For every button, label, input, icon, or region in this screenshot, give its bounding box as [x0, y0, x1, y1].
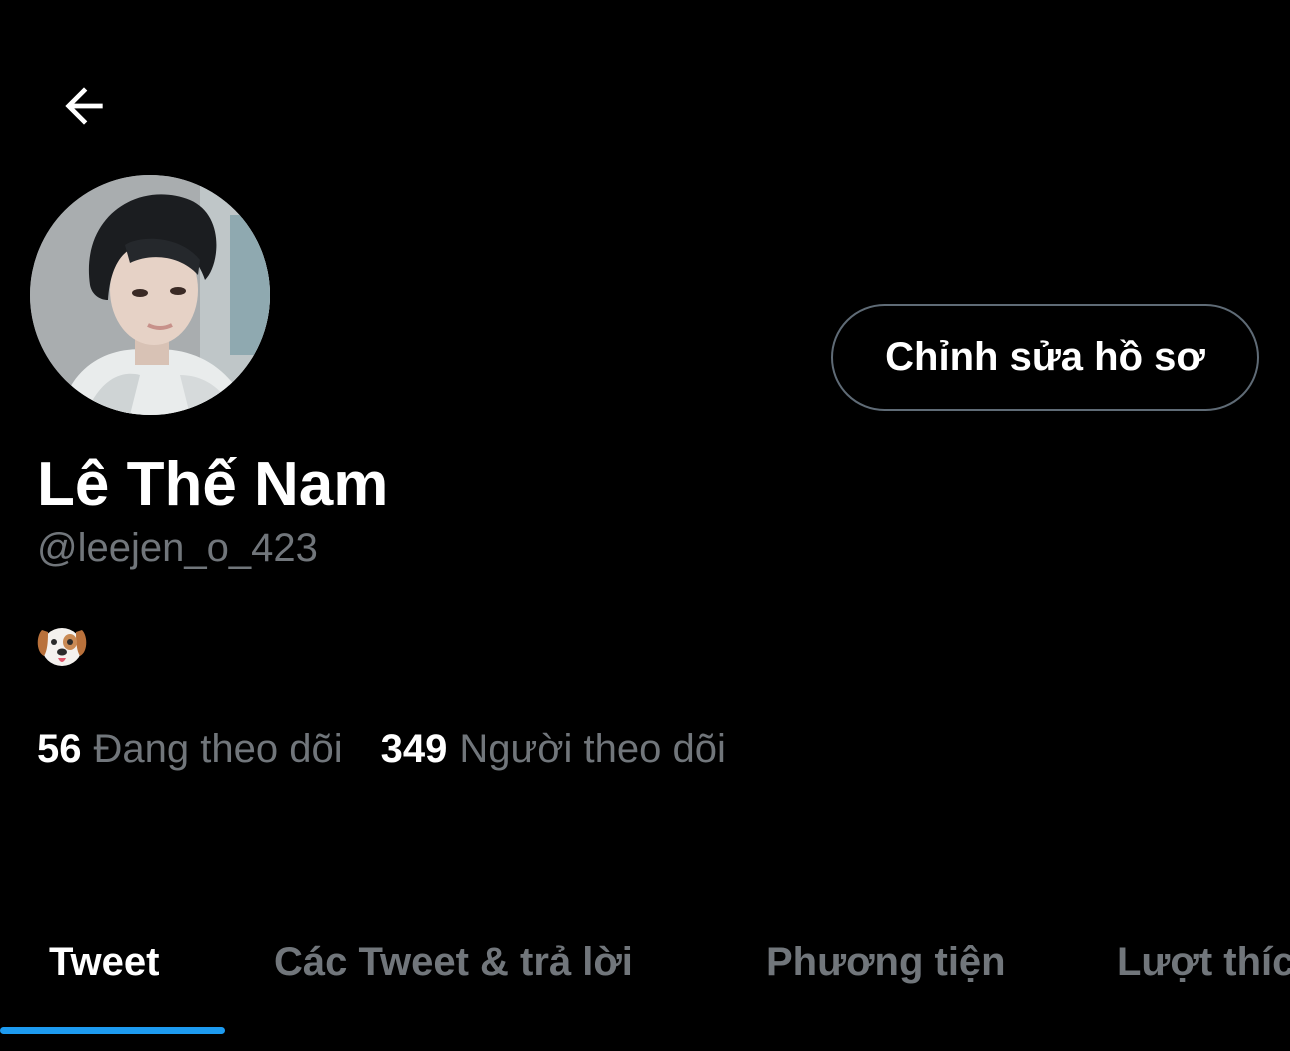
following-stat[interactable]: 56 Đang theo dõi — [37, 724, 343, 774]
following-label: Đang theo dõi — [93, 727, 343, 771]
tab-tweets-and-replies[interactable]: Các Tweet & trả lời — [274, 920, 633, 1004]
tab-media[interactable]: Phương tiện — [766, 920, 1006, 1004]
profile-tabs: Tweet Các Tweet & trả lời Phương tiện Lư… — [0, 920, 1290, 1040]
follow-stats: 56 Đang theo dõi 349 Người theo dõi — [37, 724, 726, 774]
profile-photo — [30, 175, 270, 415]
user-handle: @leejen_o_423 — [37, 526, 318, 570]
avatar[interactable] — [30, 175, 270, 415]
bio — [36, 620, 88, 670]
followers-stat[interactable]: 349 Người theo dõi — [381, 724, 726, 774]
followers-count: 349 — [380, 727, 448, 771]
tab-likes[interactable]: Lượt thích — [1117, 920, 1290, 1004]
arrow-left-icon — [65, 87, 103, 125]
following-count: 56 — [37, 727, 82, 771]
display-name: Lê Thế Nam — [37, 450, 389, 519]
active-tab-indicator — [0, 1027, 225, 1034]
back-button[interactable] — [50, 72, 118, 140]
edit-profile-button[interactable]: Chỉnh sửa hồ sơ — [831, 304, 1259, 411]
tab-tweets[interactable]: Tweet — [49, 920, 159, 1004]
followers-label: Người theo dõi — [459, 727, 726, 771]
dog-face-icon — [37, 628, 87, 666]
